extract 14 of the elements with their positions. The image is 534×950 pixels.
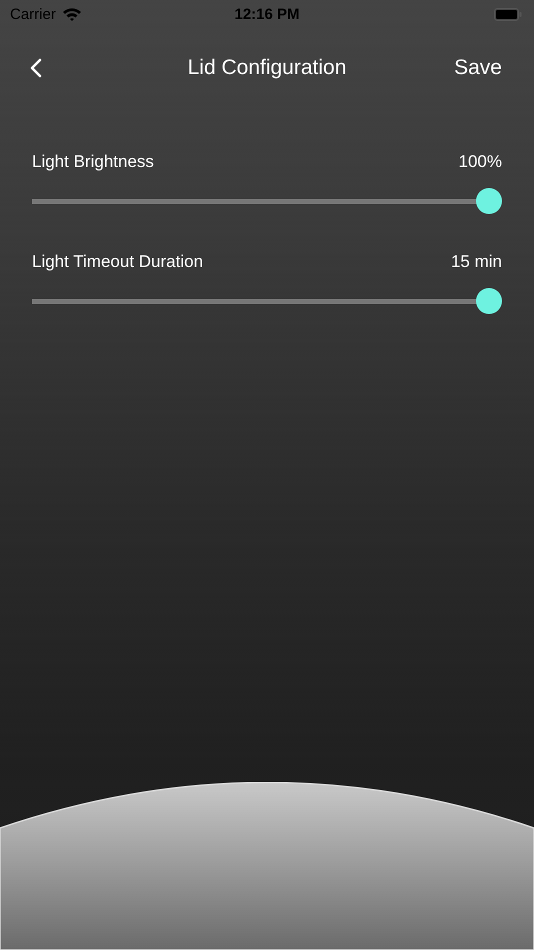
carrier-name: Carrier [10,6,56,22]
chevron-left-icon [30,58,42,78]
setting-label: Light Brightness [32,152,154,172]
slider-thumb[interactable] [476,288,502,314]
screen-title: Lid Configuration [188,56,346,80]
back-button[interactable] [30,58,42,78]
save-button[interactable]: Save [454,56,502,80]
wifi-icon [62,6,82,22]
battery-icon [494,8,522,20]
status-time: 12:16 PM [234,6,300,22]
setting-label: Light Timeout Duration [32,252,204,272]
setting-value: 15 min [450,252,502,272]
setting-value: 100% [458,152,502,172]
slider-thumb[interactable] [476,188,502,214]
